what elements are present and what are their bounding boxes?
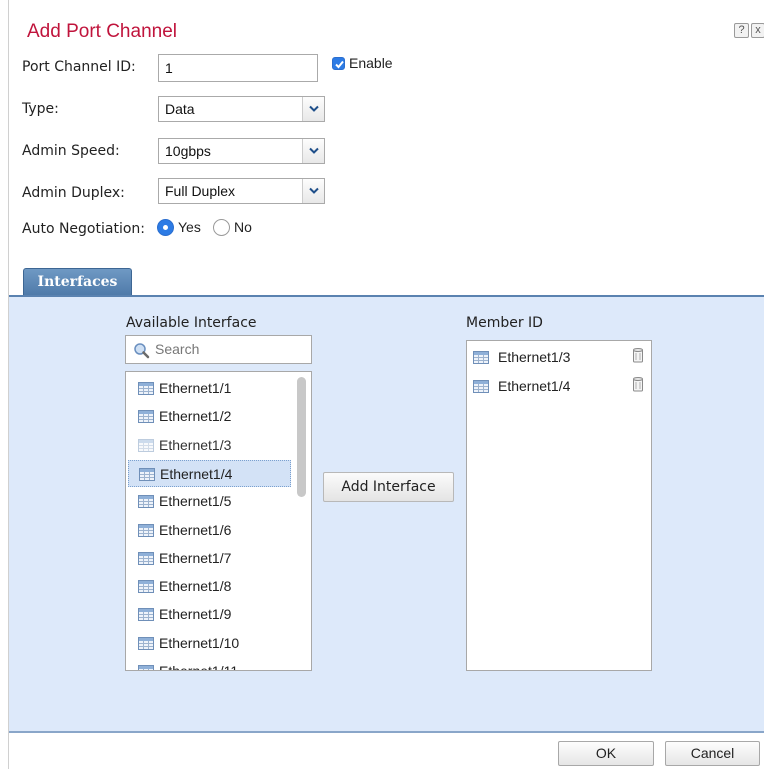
dialog-title: Add Port Channel <box>27 21 177 42</box>
member-row[interactable]: Ethernet1/4 <box>471 374 647 398</box>
trash-icon[interactable] <box>632 376 644 392</box>
panel-divider <box>9 731 764 733</box>
chevron-down-icon <box>309 105 319 112</box>
interface-icon <box>139 467 155 481</box>
interface-name: Ethernet1/8 <box>159 578 232 595</box>
list-item[interactable]: Ethernet1/7 <box>128 545 291 572</box>
interface-icon <box>138 495 154 509</box>
list-item[interactable]: Ethernet1/8 <box>128 573 291 600</box>
list-scrollbar[interactable] <box>293 372 311 670</box>
trash-icon[interactable] <box>632 347 644 363</box>
interface-icon <box>138 551 154 565</box>
interface-name: Ethernet1/4 <box>160 465 233 482</box>
interface-name: Ethernet1/10 <box>159 634 240 651</box>
auto-negotiation-yes-label: Yes <box>178 219 201 235</box>
list-item[interactable]: Ethernet1/11 <box>128 658 291 671</box>
admin-duplex-value: Full Duplex <box>165 183 236 199</box>
auto-negotiation-yes-radio[interactable] <box>157 219 174 236</box>
interface-icon <box>138 608 154 622</box>
scroll-thumb[interactable] <box>297 377 306 497</box>
interface-name: Ethernet1/2 <box>159 408 232 425</box>
interface-name: Ethernet1/5 <box>159 493 232 510</box>
interface-name: Ethernet1/3 <box>159 436 232 453</box>
list-item[interactable]: Ethernet1/3 <box>128 432 291 459</box>
member-row[interactable]: Ethernet1/3 <box>471 345 647 369</box>
admin-speed-dropdown-button[interactable] <box>302 139 324 163</box>
type-select[interactable]: Data <box>158 96 325 122</box>
available-interface-label: Available Interface <box>126 315 257 331</box>
admin-duplex-select[interactable]: Full Duplex <box>158 178 325 204</box>
auto-negotiation-no-radio[interactable] <box>213 219 230 236</box>
interface-icon <box>138 382 154 395</box>
list-item[interactable]: Ethernet1/6 <box>128 517 291 544</box>
interface-icon <box>473 380 489 393</box>
port-channel-id-label: Port Channel ID: <box>22 59 136 75</box>
tab-interfaces[interactable]: Interfaces <box>23 268 132 296</box>
enable-label: Enable <box>349 55 393 71</box>
admin-speed-select[interactable]: 10gbps <box>158 138 325 164</box>
add-port-channel-dialog: Add Port Channel ? x Port Channel ID: 1 … <box>0 0 764 769</box>
list-item[interactable]: Ethernet1/10 <box>128 630 291 657</box>
list-item[interactable]: Ethernet1/1 <box>128 375 291 402</box>
admin-duplex-label: Admin Duplex: <box>22 185 125 201</box>
member-id-label: Member ID <box>466 315 543 331</box>
type-value: Data <box>165 101 195 117</box>
admin-speed-label: Admin Speed: <box>22 143 120 159</box>
auto-negotiation-no-label: No <box>234 219 252 235</box>
member-interface-name: Ethernet1/4 <box>498 378 571 394</box>
cancel-button[interactable]: Cancel <box>665 741 760 766</box>
search-placeholder: Search <box>155 341 200 357</box>
enable-checkbox[interactable] <box>332 57 345 70</box>
chevron-down-icon <box>309 187 319 194</box>
ok-button[interactable]: OK <box>558 741 654 766</box>
interface-name: Ethernet1/11 <box>159 663 239 671</box>
port-channel-id-input[interactable]: 1 <box>158 54 318 82</box>
interface-icon <box>138 665 154 670</box>
interface-icon <box>138 636 154 650</box>
admin-speed-value: 10gbps <box>165 143 211 159</box>
interface-name: Ethernet1/6 <box>159 521 232 538</box>
list-item[interactable]: Ethernet1/2 <box>128 403 291 430</box>
list-item[interactable]: Ethernet1/5 <box>128 488 291 515</box>
interface-icon <box>138 438 154 452</box>
auto-negotiation-label: Auto Negotiation: <box>22 221 145 237</box>
search-icon <box>134 343 150 359</box>
type-label: Type: <box>22 101 59 117</box>
chevron-down-icon <box>309 147 319 154</box>
admin-duplex-dropdown-button[interactable] <box>302 179 324 203</box>
list-item[interactable]: Ethernet1/4 <box>128 459 291 487</box>
interface-icon <box>138 523 154 537</box>
member-id-list[interactable]: Ethernet1/3 Ethernet1/4 <box>466 340 652 671</box>
help-button[interactable]: ? <box>734 23 749 38</box>
list-item[interactable]: Ethernet1/9 <box>128 601 291 628</box>
search-input[interactable]: Search <box>125 335 312 364</box>
interface-icon <box>138 580 154 594</box>
checkmark-icon <box>335 60 344 69</box>
type-dropdown-button[interactable] <box>302 97 324 121</box>
interface-icon <box>473 351 489 364</box>
close-button[interactable]: x <box>751 23 764 38</box>
add-interface-button[interactable]: Add Interface <box>323 472 454 502</box>
interface-name: Ethernet1/7 <box>159 549 232 566</box>
interface-name: Ethernet1/1 <box>159 380 232 396</box>
interface-icon <box>138 410 154 424</box>
interface-name: Ethernet1/9 <box>159 606 232 623</box>
member-interface-name: Ethernet1/3 <box>498 349 571 365</box>
available-interface-list[interactable]: Ethernet1/1 Ethernet1/2 Ethernet1/3 Etherne… <box>125 371 312 671</box>
